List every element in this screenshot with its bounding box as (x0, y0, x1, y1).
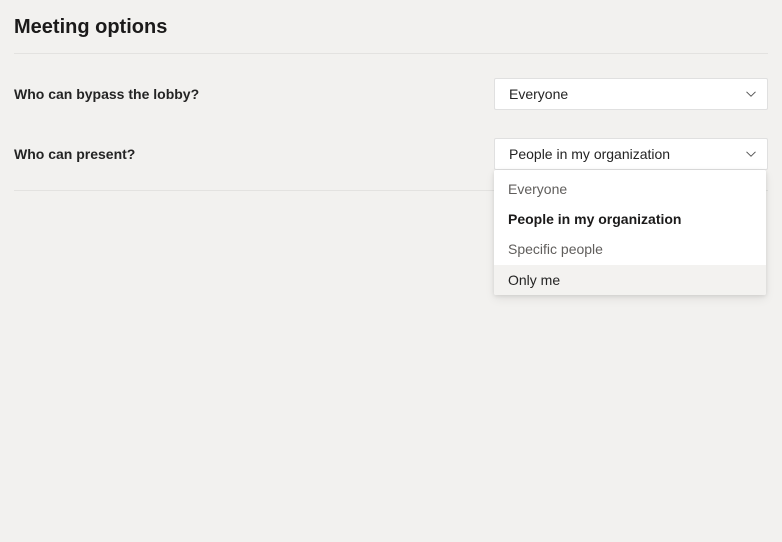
select-present-option[interactable]: Specific people (494, 234, 766, 264)
select-present-option[interactable]: People in my organization (494, 204, 766, 234)
select-present-menu: Everyone People in my organization Speci… (494, 170, 766, 295)
select-lobby[interactable]: Everyone (494, 78, 768, 110)
divider (14, 53, 768, 54)
page-title: Meeting options (14, 16, 768, 39)
option-row-present: Who can present? People in my organizati… (14, 138, 768, 170)
option-row-lobby: Who can bypass the lobby? Everyone (14, 78, 768, 110)
select-present-value: People in my organization (509, 146, 745, 162)
option-label-present: Who can present? (14, 146, 494, 162)
chevron-down-icon (745, 88, 757, 100)
option-label-lobby: Who can bypass the lobby? (14, 86, 494, 102)
select-present[interactable]: People in my organization (494, 138, 768, 170)
select-lobby-value: Everyone (509, 86, 745, 102)
select-present-option[interactable]: Everyone (494, 174, 766, 204)
select-present-option[interactable]: Only me (494, 265, 766, 295)
chevron-down-icon (745, 148, 757, 160)
